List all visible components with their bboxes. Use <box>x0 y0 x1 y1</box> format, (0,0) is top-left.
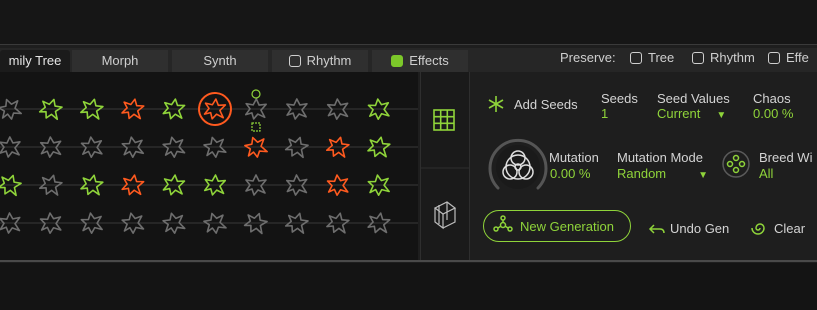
title-strip <box>0 0 817 44</box>
tab-label: mily Tree <box>8 53 62 68</box>
effects-checkbox[interactable] <box>391 55 404 67</box>
undo-gen-button[interactable]: Undo Gen <box>670 221 729 236</box>
preserve-option-label: Tree <box>648 50 675 65</box>
preserve-tree-option[interactable]: Tree <box>630 50 674 65</box>
mutation-mode-select[interactable]: Random ▼ <box>617 166 708 181</box>
preserve-label: Preserve: <box>560 50 616 65</box>
preserve-effects-option[interactable]: Effe <box>768 50 809 65</box>
mutation-value[interactable]: 0.00 % <box>550 166 590 181</box>
refresh-icon[interactable] <box>251 89 261 132</box>
spiral-clear-icon[interactable] <box>751 223 765 235</box>
tab-synth[interactable]: Synth <box>172 50 268 72</box>
mutation-mode-label: Mutation Mode <box>617 150 703 165</box>
preserve-tree-checkbox[interactable] <box>630 52 642 64</box>
tab-morph[interactable]: Morph <box>72 50 168 72</box>
seed-values-value: Current <box>657 106 701 121</box>
3d-view-icon[interactable] <box>433 201 457 230</box>
rhythm-checkbox[interactable] <box>288 55 301 67</box>
preserve-rhythm-option[interactable]: Rhythm <box>692 50 755 65</box>
seed-values-select[interactable]: Current ▼ <box>657 106 726 121</box>
preserve-effects-checkbox[interactable] <box>768 52 780 64</box>
chaos-value[interactable]: 0.00 % <box>753 106 793 121</box>
tab-effects[interactable]: Effects <box>372 50 468 72</box>
tab-rhythm[interactable]: Rhythm <box>272 50 368 72</box>
asterisk-icon[interactable] <box>488 96 504 112</box>
dropdown-arrow-icon: ▼ <box>698 170 709 181</box>
seeds-label: Seeds <box>601 91 638 106</box>
breed-with-value[interactable]: All <box>759 166 773 181</box>
new-generation-label: New Generation <box>520 219 614 234</box>
view-buttons-canvas <box>421 109 469 230</box>
chaos-label: Chaos <box>753 91 791 106</box>
tab-family-tree[interactable]: mily Tree <box>0 50 70 72</box>
add-seeds-button[interactable]: Add Seeds <box>514 97 578 112</box>
clear-button[interactable]: Clear <box>774 221 805 236</box>
breed-with-label: Breed Wi <box>759 150 813 165</box>
preserve-option-label: Effe <box>786 50 809 65</box>
tab-label: Effects <box>409 53 449 68</box>
preserve-option-label: Rhythm <box>710 50 755 65</box>
family-tree-canvas <box>0 89 418 235</box>
breed-icon[interactable] <box>722 150 750 178</box>
new-generation-button[interactable]: New Generation <box>483 210 631 242</box>
grid-view-icon[interactable] <box>433 109 455 131</box>
seeds-value[interactable]: 1 <box>601 106 608 121</box>
view-buttons <box>420 72 470 260</box>
bottom-divider <box>0 260 817 262</box>
mutation-mode-value: Random <box>617 166 667 181</box>
dropdown-arrow-icon: ▼ <box>716 110 727 121</box>
seed-values-label: Seed Values <box>657 91 730 106</box>
preserve-rhythm-checkbox[interactable] <box>692 52 704 64</box>
tab-label: Morph <box>101 53 139 68</box>
undo-icon[interactable] <box>648 224 665 234</box>
tab-label: Synth <box>203 53 237 68</box>
mutation-label: Mutation <box>549 150 599 165</box>
branch-icon <box>493 215 513 232</box>
tab-label: Rhythm <box>306 53 352 68</box>
family-tree-grid <box>0 72 418 260</box>
